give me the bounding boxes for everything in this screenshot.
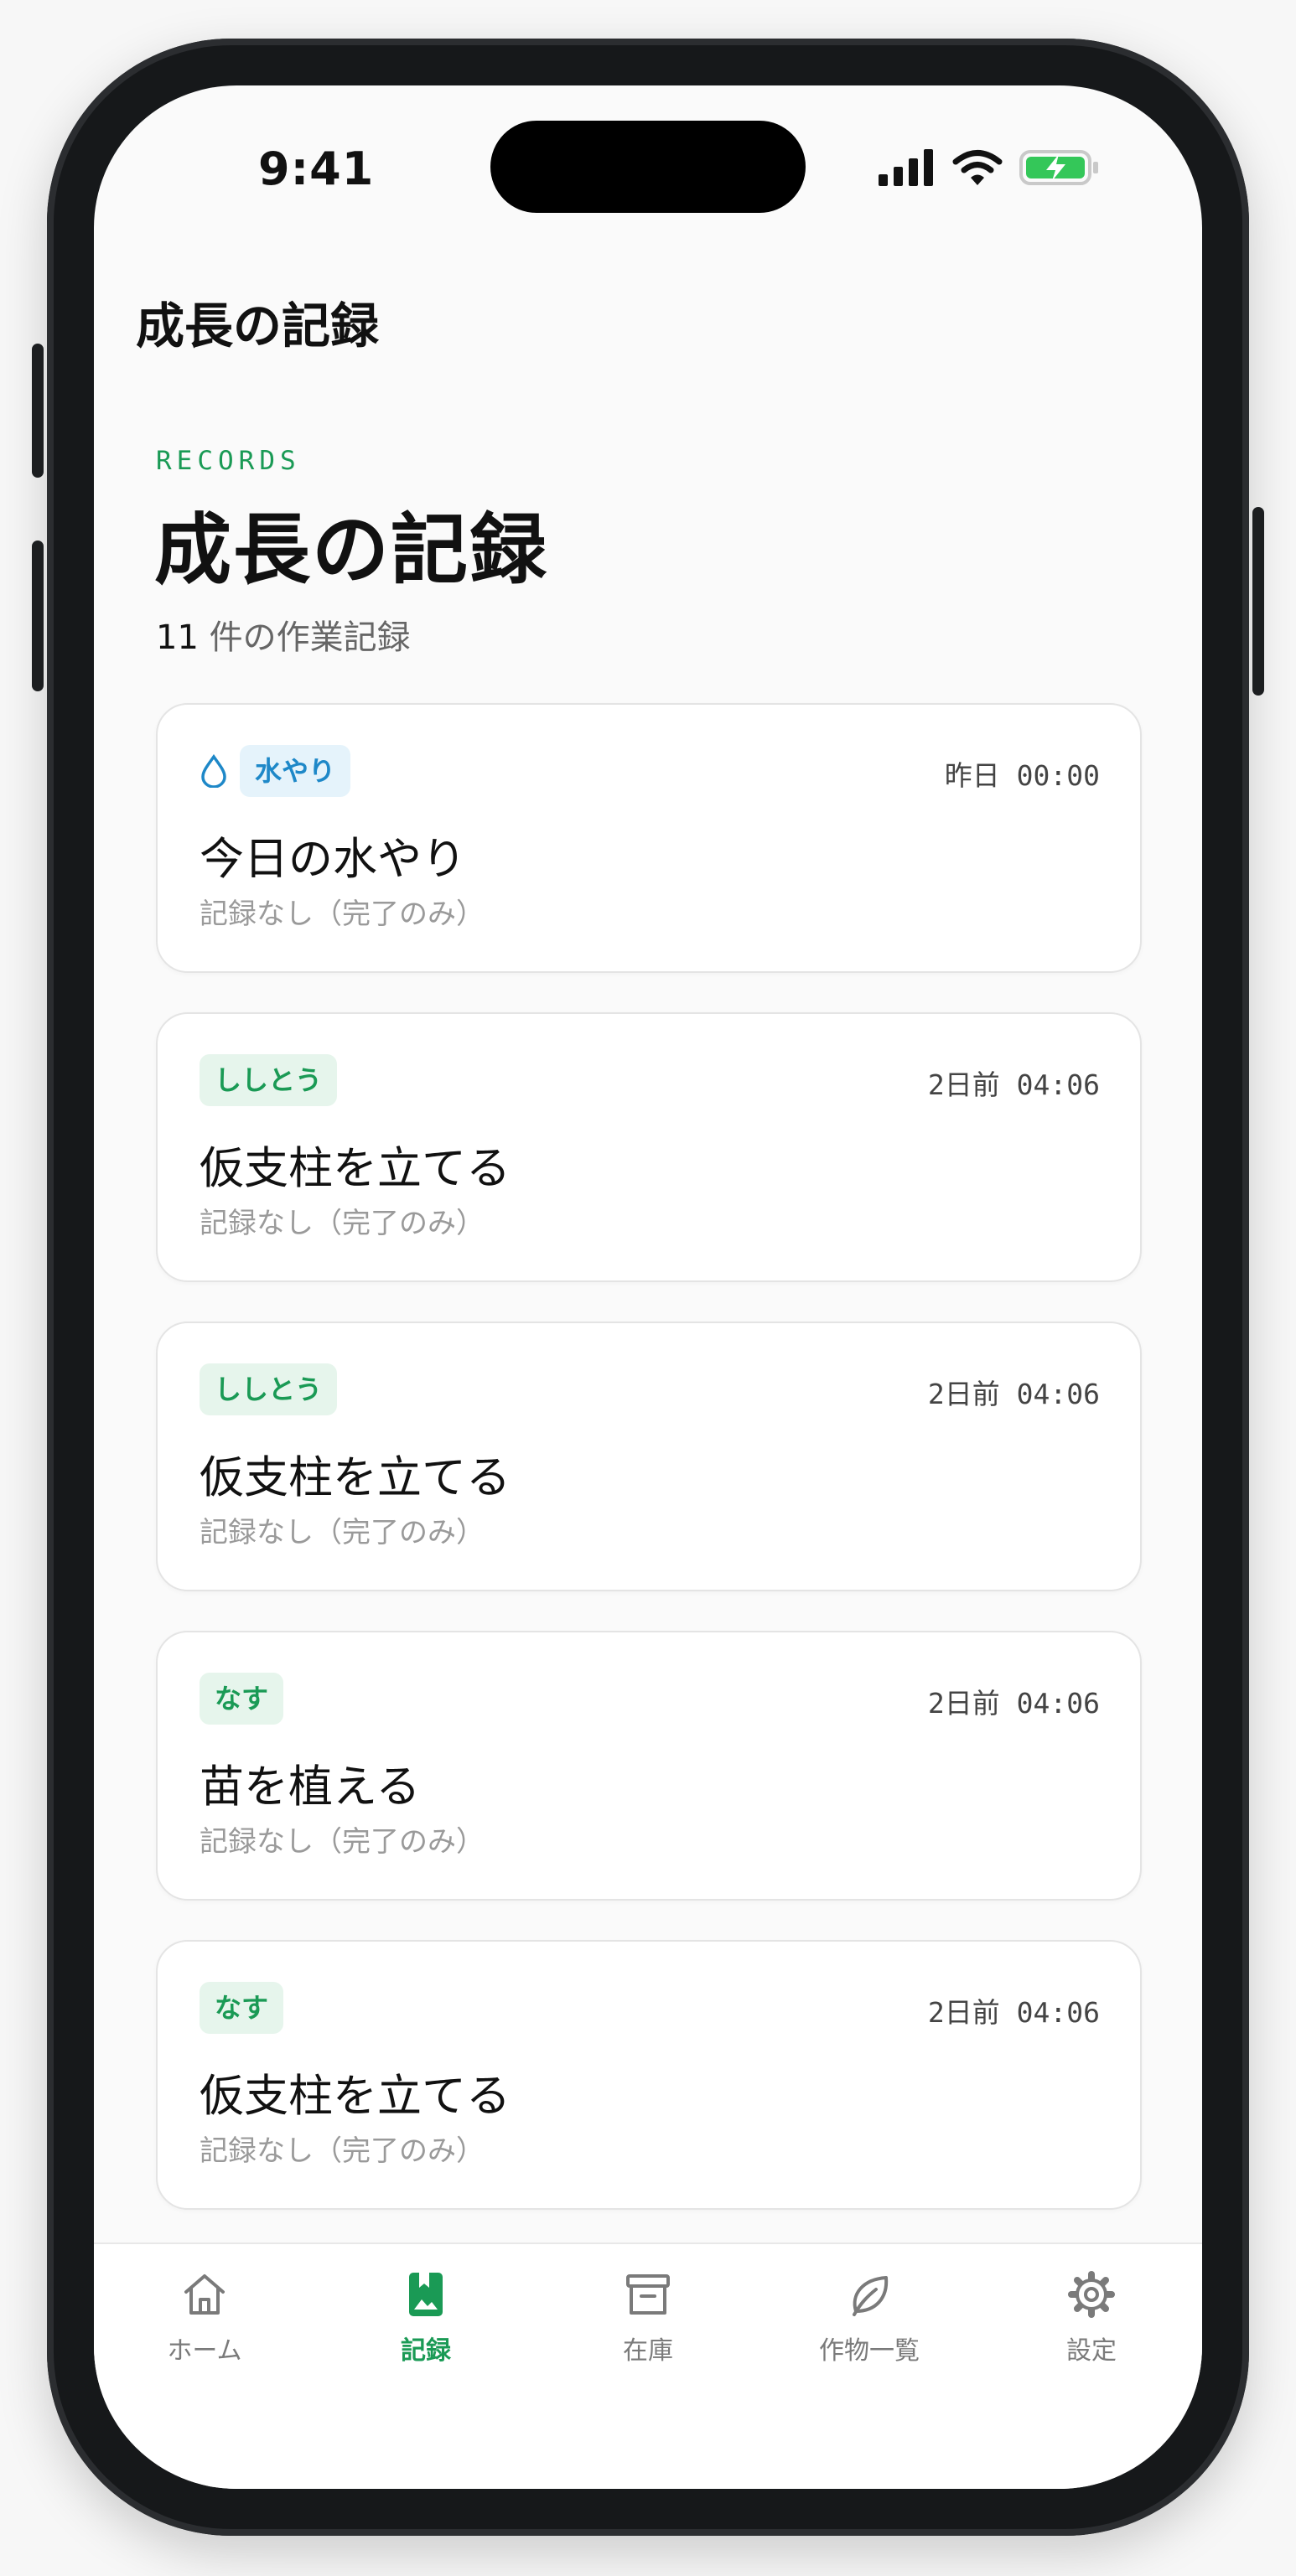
record-card[interactable]: 水やり 昨日 00:00 今日の水やり 記録なし（完了のみ） xyxy=(156,703,1142,973)
tab-records[interactable]: 記録 xyxy=(334,2269,518,2367)
record-time: 2日前 04:06 xyxy=(927,1996,1100,2029)
nav-title: 成長の記録 xyxy=(136,297,380,354)
cellular-signal-icon xyxy=(879,149,933,186)
record-time: 昨日 00:00 xyxy=(944,759,1100,792)
record-title: 苗を植える xyxy=(200,1761,421,1813)
tab-inventory[interactable]: 在庫 xyxy=(556,2269,740,2367)
tab-bar: ホーム 記録 在庫 作物一覧 設定 xyxy=(94,2242,1202,2489)
record-tag: ししとう xyxy=(200,1363,338,1415)
record-time: 2日前 04:06 xyxy=(927,1068,1100,1101)
record-card[interactable]: ししとう 2日前 04:06 仮支柱を立てる 記録なし（完了のみ） xyxy=(156,1322,1142,1591)
tab-label: 在庫 xyxy=(623,2336,673,2366)
record-tag: 水やり xyxy=(240,745,351,797)
record-title: 仮支柱を立てる xyxy=(200,1143,511,1194)
record-note: 記録なし（完了のみ） xyxy=(200,897,485,931)
page-title: 成長の記録 xyxy=(154,505,549,595)
dynamic-island xyxy=(490,121,806,213)
record-title: 仮支柱を立てる xyxy=(200,2071,511,2122)
status-time: 9:41 xyxy=(258,142,375,195)
wifi-icon xyxy=(952,150,1003,185)
records-icon xyxy=(409,2273,443,2316)
water-drop-icon xyxy=(201,754,226,788)
power-button xyxy=(1252,507,1264,696)
home-icon xyxy=(184,2274,225,2315)
record-note: 記録なし（完了のみ） xyxy=(200,1516,485,1549)
record-title: 仮支柱を立てる xyxy=(200,1452,511,1503)
section-eyebrow: RECORDS xyxy=(156,446,301,476)
volume-button xyxy=(32,541,44,691)
tab-crops[interactable]: 作物一覧 xyxy=(777,2269,962,2367)
status-icons xyxy=(879,147,1100,188)
screen: 9:41 成長の記録 RECORDS 成長の記録 11 件の作業記録 水やり 昨… xyxy=(94,85,1202,2489)
record-time: 2日前 04:06 xyxy=(927,1687,1100,1720)
tab-label: 作物一覧 xyxy=(819,2336,920,2366)
record-count-suffix: 件の作業記録 xyxy=(198,618,411,657)
record-title: 今日の水やり xyxy=(200,834,466,885)
record-time: 2日前 04:06 xyxy=(927,1378,1100,1410)
leaf-icon xyxy=(853,2276,889,2316)
tab-settings[interactable]: 設定 xyxy=(999,2269,1184,2367)
archive-box-icon xyxy=(626,2274,670,2315)
record-tag: ししとう xyxy=(200,1054,338,1106)
record-note: 記録なし（完了のみ） xyxy=(200,1207,485,1240)
record-card[interactable]: なす 2日前 04:06 苗を植える 記録なし（完了のみ） xyxy=(156,1631,1142,1901)
record-card[interactable]: ししとう 2日前 04:06 仮支柱を立てる 記録なし（完了のみ） xyxy=(156,1012,1142,1282)
record-note: 記録なし（完了のみ） xyxy=(200,1825,485,1859)
tab-label: 記録 xyxy=(401,2336,451,2366)
record-card[interactable]: なす 2日前 04:06 仮支柱を立てる 記録なし（完了のみ） xyxy=(156,1940,1142,2210)
record-note: 記録なし（完了のみ） xyxy=(200,2134,485,2168)
tab-label: ホーム xyxy=(167,2336,242,2366)
battery-charging-icon xyxy=(1019,150,1098,185)
record-count: 11 件の作業記録 xyxy=(156,610,411,659)
record-tag: なす xyxy=(200,1982,284,2034)
tab-home[interactable]: ホーム xyxy=(112,2269,297,2367)
action-button xyxy=(32,344,44,478)
gear-icon xyxy=(1068,2271,1115,2318)
record-count-number: 11 xyxy=(156,618,199,657)
record-tag: なす xyxy=(200,1673,284,1725)
tab-label: 設定 xyxy=(1066,2336,1117,2366)
